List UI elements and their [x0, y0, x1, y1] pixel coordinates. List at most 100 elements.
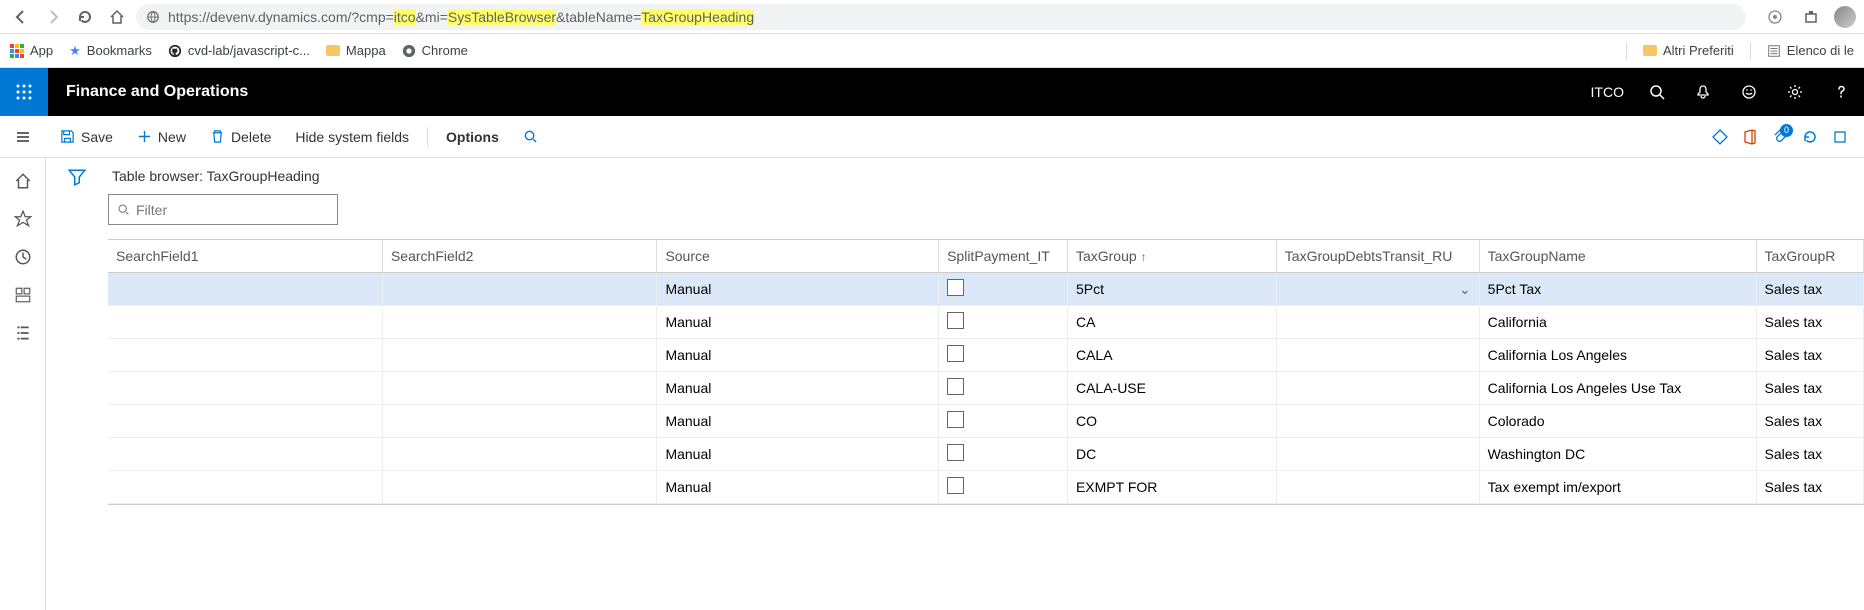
cell-debstransit[interactable]: [1276, 372, 1479, 405]
favorites-nav-icon[interactable]: [14, 210, 32, 228]
cell-searchfield1[interactable]: [108, 339, 382, 372]
cell-searchfield1[interactable]: [108, 306, 382, 339]
cell-taxgroup[interactable]: EXMPT FOR: [1067, 471, 1276, 504]
cell-debstransit[interactable]: [1276, 438, 1479, 471]
table-row[interactable]: ManualCALACalifornia Los AngelesSales ta…: [108, 339, 1864, 372]
apps-shortcut[interactable]: App: [10, 43, 53, 58]
cell-taxgroupr[interactable]: Sales tax: [1756, 306, 1863, 339]
address-bar[interactable]: https://devenv.dynamics.com/?cmp=itco&mi…: [136, 4, 1746, 30]
cell-debstransit[interactable]: [1276, 471, 1479, 504]
cell-taxgroupr[interactable]: Sales tax: [1756, 438, 1863, 471]
cell-taxgroup[interactable]: CALA-USE: [1067, 372, 1276, 405]
nav-toggle[interactable]: [0, 116, 46, 158]
checkbox[interactable]: [947, 477, 964, 494]
cell-taxgroupname[interactable]: California Los Angeles Use Tax: [1479, 372, 1756, 405]
cell-debstransit[interactable]: [1276, 405, 1479, 438]
cell-searchfield2[interactable]: [382, 306, 656, 339]
cell-splitpayment[interactable]: [939, 471, 1068, 504]
settings-button[interactable]: [1772, 68, 1818, 116]
chrome-shortcut[interactable]: Chrome: [402, 43, 468, 58]
cell-taxgroup[interactable]: CALA: [1067, 339, 1276, 372]
cell-searchfield1[interactable]: [108, 273, 382, 306]
checkbox[interactable]: [947, 345, 964, 362]
table-row[interactable]: Manual CO ColoradoSales tax: [108, 405, 1864, 438]
new-button[interactable]: New: [127, 116, 196, 158]
modules-nav-icon[interactable]: [14, 324, 32, 342]
table-row[interactable]: Manual EXMPT FOR Tax exempt im/exportSales…: [108, 471, 1864, 504]
cell-taxgroup[interactable]: DC: [1067, 438, 1276, 471]
column-header[interactable]: TaxGroupName: [1479, 240, 1756, 273]
forward-button[interactable]: [40, 4, 66, 30]
workspaces-nav-icon[interactable]: [14, 286, 32, 304]
popout-icon[interactable]: [1832, 129, 1848, 145]
quick-filter-input[interactable]: Filter: [108, 194, 338, 225]
cell-taxgroupr[interactable]: Sales tax: [1756, 405, 1863, 438]
checkbox[interactable]: [947, 312, 964, 329]
cell-source[interactable]: Manual: [657, 405, 939, 438]
filter-pane-icon[interactable]: [68, 168, 86, 610]
column-header[interactable]: SplitPayment_IT: [939, 240, 1068, 273]
column-header[interactable]: Source: [657, 240, 939, 273]
cell-debstransit[interactable]: [1276, 306, 1479, 339]
save-button[interactable]: Save: [50, 116, 123, 158]
cell-taxgroup[interactable]: CO: [1067, 405, 1276, 438]
cell-taxgroupname[interactable]: 5Pct Tax: [1479, 273, 1756, 306]
cell-taxgroupr[interactable]: Sales tax: [1756, 471, 1863, 504]
cell-searchfield2[interactable]: [382, 372, 656, 405]
cell-taxgroupr[interactable]: Sales tax: [1756, 273, 1863, 306]
cell-searchfield1[interactable]: [108, 438, 382, 471]
altri-preferiti[interactable]: Altri Preferiti: [1643, 43, 1734, 58]
delete-button[interactable]: Delete: [200, 116, 281, 158]
cell-searchfield2[interactable]: [382, 339, 656, 372]
cell-searchfield2[interactable]: [382, 405, 656, 438]
back-button[interactable]: [8, 4, 34, 30]
table-row[interactable]: Manual 5Pct ⌄ 5Pct TaxSales tax: [108, 273, 1864, 306]
cell-taxgroupname[interactable]: California Los Angeles: [1479, 339, 1756, 372]
bookmarks-shortcut[interactable]: ★ Bookmarks: [69, 43, 152, 59]
cell-taxgroup[interactable]: 5Pct: [1067, 273, 1276, 306]
cell-splitpayment[interactable]: [939, 372, 1068, 405]
checkbox[interactable]: [947, 411, 964, 428]
cell-searchfield1[interactable]: [108, 471, 382, 504]
column-header[interactable]: SearchField2: [382, 240, 656, 273]
cell-taxgroupr[interactable]: Sales tax: [1756, 372, 1863, 405]
cell-taxgroupname[interactable]: California: [1479, 306, 1756, 339]
cell-searchfield2[interactable]: [382, 438, 656, 471]
checkbox[interactable]: [947, 444, 964, 461]
extensions-icon[interactable]: [1798, 4, 1824, 30]
cell-source[interactable]: Manual: [657, 372, 939, 405]
find-button[interactable]: [513, 116, 548, 158]
recent-nav-icon[interactable]: [14, 248, 32, 266]
cell-taxgroupname[interactable]: Colorado: [1479, 405, 1756, 438]
table-row[interactable]: Manual CA CaliforniaSales tax: [108, 306, 1864, 339]
reload-button[interactable]: [72, 4, 98, 30]
attachments-icon[interactable]: 0: [1772, 129, 1788, 145]
github-shortcut[interactable]: cvd-lab/javascript-c...: [168, 43, 310, 58]
cell-searchfield1[interactable]: [108, 372, 382, 405]
cell-splitpayment[interactable]: [939, 339, 1068, 372]
cell-searchfield2[interactable]: [382, 471, 656, 504]
help-button[interactable]: [1818, 68, 1864, 116]
notifications-button[interactable]: [1680, 68, 1726, 116]
app-launcher[interactable]: [0, 68, 48, 116]
column-header[interactable]: SearchField1: [108, 240, 382, 273]
home-button[interactable]: [104, 4, 130, 30]
cell-source[interactable]: Manual: [657, 471, 939, 504]
table-row[interactable]: ManualDCWashington DCSales tax: [108, 438, 1864, 471]
cell-taxgroupname[interactable]: Tax exempt im/export: [1479, 471, 1756, 504]
cell-searchfield1[interactable]: [108, 405, 382, 438]
cell-source[interactable]: Manual: [657, 273, 939, 306]
checkbox[interactable]: [947, 279, 964, 296]
cell-taxgroup[interactable]: CA: [1067, 306, 1276, 339]
column-header-sorted[interactable]: TaxGroup↑: [1067, 240, 1276, 273]
profile-avatar[interactable]: [1834, 6, 1856, 28]
search-button[interactable]: [1634, 68, 1680, 116]
chevron-down-icon[interactable]: ⌄: [1459, 281, 1471, 298]
cell-searchfield2[interactable]: [382, 273, 656, 306]
cell-source[interactable]: Manual: [657, 306, 939, 339]
company-code[interactable]: ITCO: [1581, 84, 1634, 100]
reading-list[interactable]: Elenco di le: [1767, 43, 1854, 58]
cell-debstransit[interactable]: ⌄: [1276, 273, 1479, 306]
column-header[interactable]: TaxGroupDebtsTransit_RU: [1276, 240, 1479, 273]
mappa-shortcut[interactable]: Mappa: [326, 43, 386, 58]
